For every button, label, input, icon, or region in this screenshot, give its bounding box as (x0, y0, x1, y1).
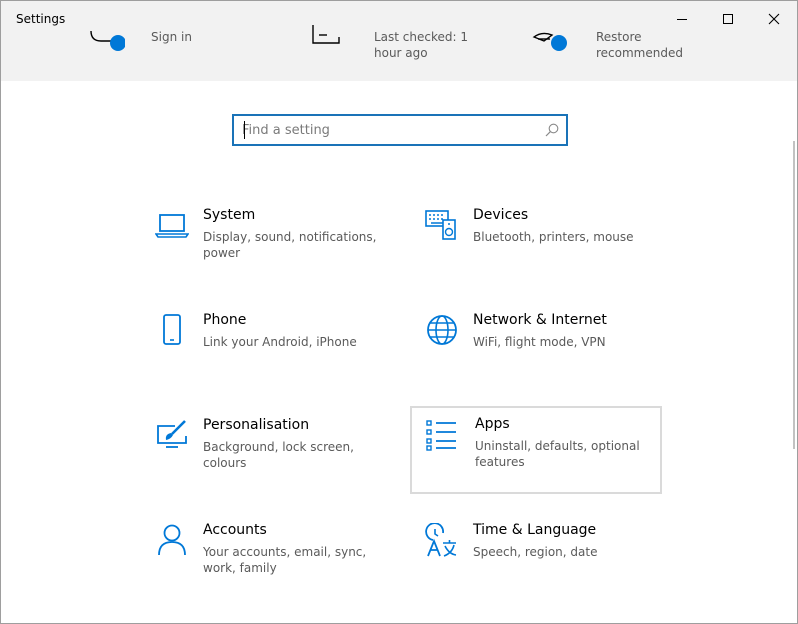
category-accounts[interactable]: Accounts Your accounts, email, sync, wor… (142, 516, 390, 600)
search-icon[interactable] (545, 123, 559, 137)
maximize-button[interactable] (705, 1, 751, 37)
person-icon (158, 524, 186, 556)
category-description: Background, lock screen, colours (203, 440, 354, 470)
category-description: Your accounts, email, sync, work, family (203, 545, 367, 575)
category-personalisation[interactable]: Personalisation Background, lock screen,… (142, 411, 390, 495)
category-description: Speech, region, date (473, 545, 598, 559)
settings-window: Settings Sign in Last checked: 1 hour ag… (0, 0, 798, 624)
keyboard-speaker-icon (425, 210, 456, 240)
category-description: Link your Android, iPhone (203, 335, 357, 349)
category-description: Uninstall, defaults, optional features (475, 439, 640, 469)
category-description: WiFi, flight mode, VPN (473, 335, 606, 349)
category-apps[interactable]: Apps Uninstall, defaults, optional featu… (410, 406, 662, 494)
category-description: Display, sound, notifications, power (203, 230, 377, 260)
banner-item-update[interactable]: Last checked: 1 hour ago (301, 1, 501, 81)
globe-icon (427, 315, 457, 345)
banner-text-account: Sign in (151, 30, 192, 44)
close-button[interactable] (751, 1, 797, 37)
category-devices[interactable]: Devices Bluetooth, printers, mouse (412, 201, 660, 285)
category-system[interactable]: System Display, sound, notifications, po… (142, 201, 390, 285)
minimize-button[interactable] (659, 1, 705, 37)
minimize-icon (677, 19, 687, 20)
text-caret (244, 121, 245, 139)
category-title: Accounts (203, 522, 267, 538)
category-phone[interactable]: Phone Link your Android, iPhone (142, 306, 390, 390)
scrollbar[interactable] (793, 141, 795, 449)
category-title: Time & Language (473, 522, 597, 538)
category-time-language[interactable]: Time & Language Speech, region, date (412, 516, 660, 600)
phone-icon (163, 314, 181, 345)
category-title: Devices (473, 207, 529, 223)
category-network[interactable]: Network & Internet WiFi, flight mode, VP… (412, 306, 660, 390)
clock-language-icon (425, 523, 457, 557)
window-title: Settings (16, 12, 66, 26)
banner-item-account[interactable]: Sign in (81, 1, 231, 81)
banner-text-update: Last checked: 1 hour ago (374, 30, 469, 60)
laptop-icon (155, 214, 189, 238)
category-title: Phone (203, 312, 247, 328)
category-title: Personalisation (203, 417, 310, 433)
close-icon (768, 13, 780, 25)
search-input[interactable] (242, 119, 532, 141)
category-title: Apps (475, 416, 510, 432)
category-description: Bluetooth, printers, mouse (473, 230, 634, 244)
maximize-icon (723, 14, 733, 24)
app-list-icon (426, 420, 456, 451)
category-title: Network & Internet (473, 312, 607, 328)
account-toggle-icon (90, 30, 125, 51)
paint-brush-icon (157, 420, 187, 448)
onedrive-icon (532, 32, 567, 51)
title-bar: Settings Sign in Last checked: 1 hour ag… (1, 1, 797, 81)
category-title: System (203, 207, 256, 223)
windows-update-icon (312, 25, 340, 44)
search-box[interactable] (232, 114, 568, 146)
